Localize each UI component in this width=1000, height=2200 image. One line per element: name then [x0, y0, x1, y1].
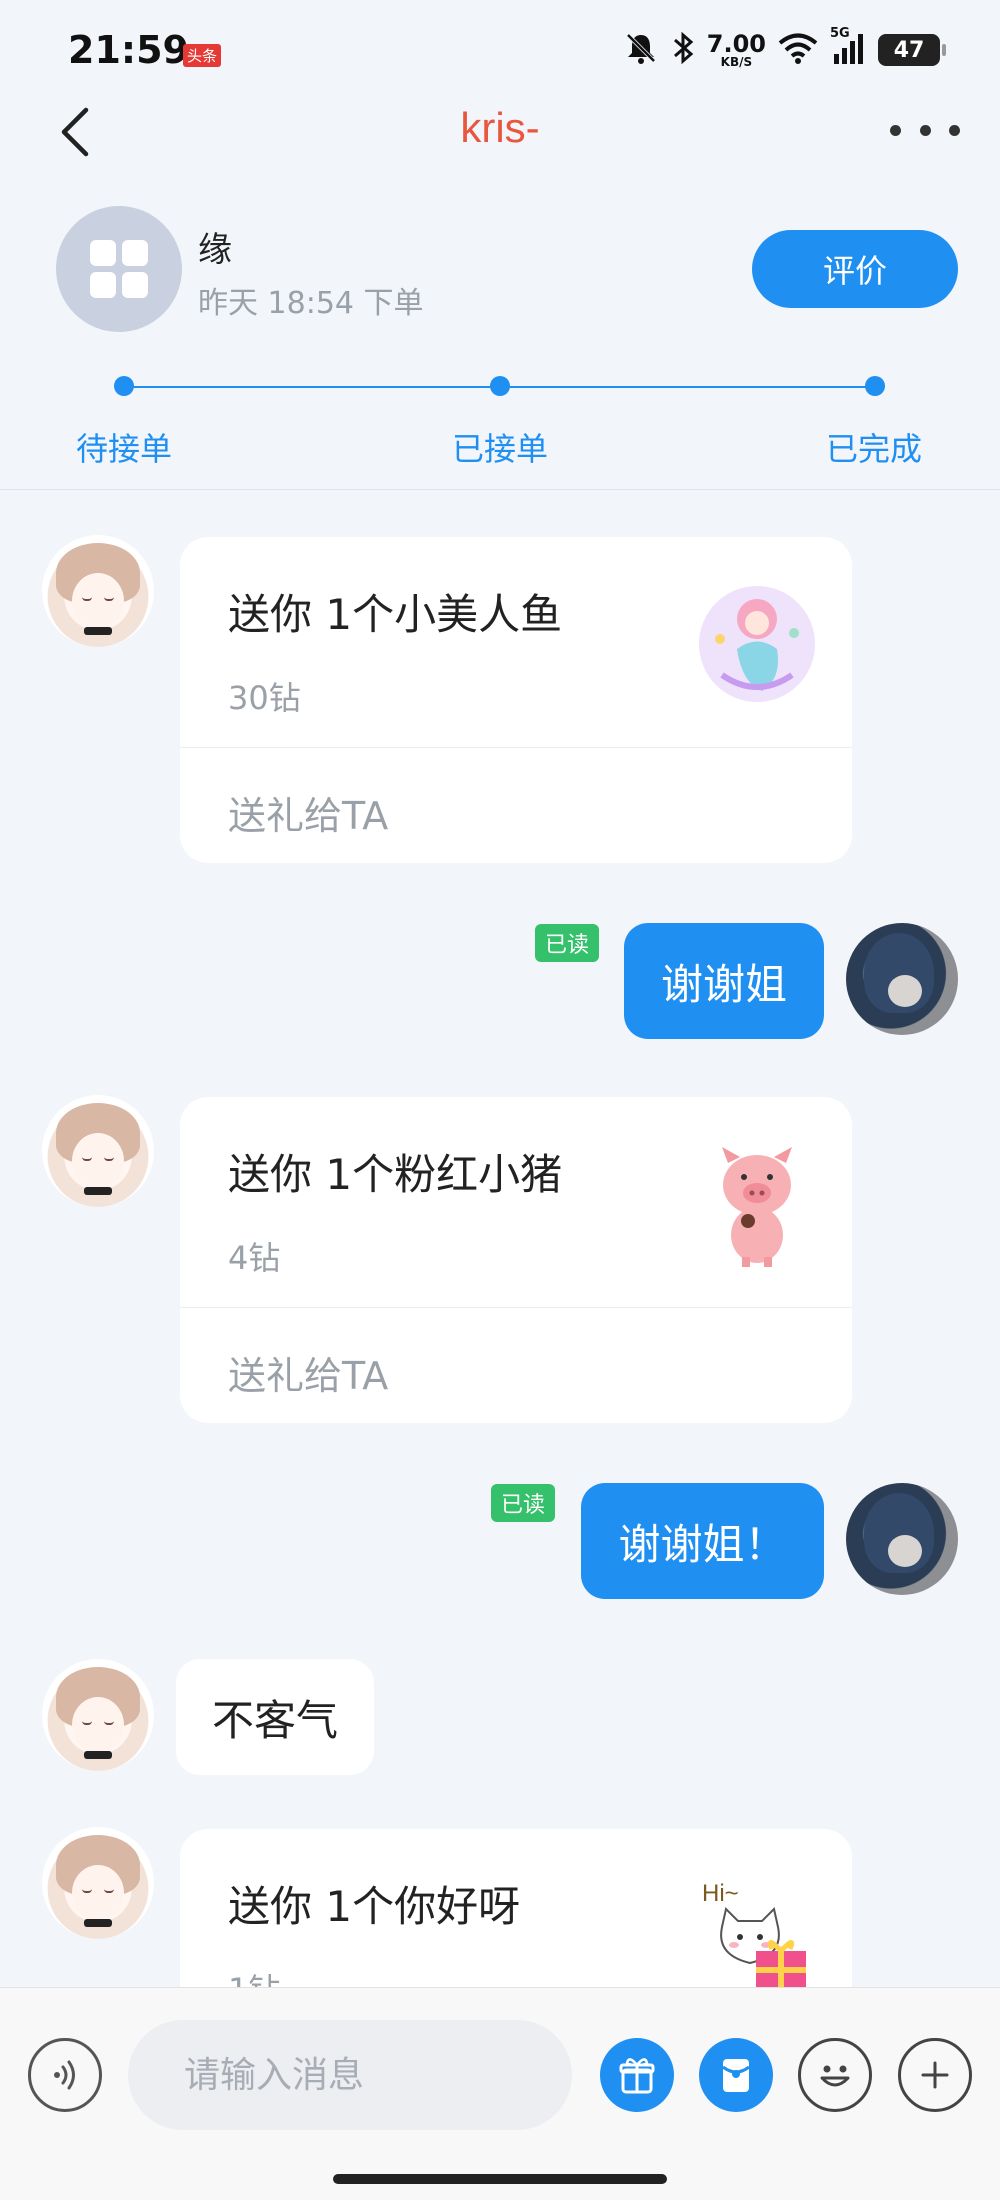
hi-cat-gift-text: Hi~ [702, 1880, 739, 1907]
card-divider [180, 747, 852, 748]
progress-dot-accepted [490, 376, 510, 396]
page-title: kris- [460, 104, 540, 151]
emoji-icon [820, 2065, 850, 2087]
more-button[interactable] [890, 110, 960, 150]
gift-title: 送你 1个你好呀 [228, 1882, 521, 1931]
voice-button[interactable] [28, 2038, 102, 2112]
gift-card[interactable]: 送你 1个你好呀 1钻 Hi~ [180, 1829, 852, 1987]
gift-button[interactable] [600, 2038, 674, 2112]
order-time: 昨天 18:54 下单 [198, 286, 424, 321]
status-icons: 7.00 KB/S 5G 47 [623, 26, 946, 70]
outgoing-message-bubble[interactable]: 谢谢姐！ [581, 1483, 824, 1599]
plus-icon [921, 2061, 949, 2089]
sender-avatar[interactable] [42, 1659, 154, 1771]
gift-card[interactable]: 送你 1个小美人鱼 30钻 送礼给TA [180, 537, 852, 863]
read-status-tag: 已读 [535, 924, 600, 962]
my-avatar[interactable] [846, 923, 958, 1035]
message-input[interactable] [128, 2020, 572, 2130]
sender-avatar[interactable] [42, 1827, 154, 1939]
service-avatar[interactable] [56, 206, 182, 332]
incoming-message-bubble[interactable]: 不客气 [176, 1659, 375, 1775]
message-list[interactable]: 送你 1个小美人鱼 30钻 送礼给TA 已读 谢谢姐 送你 1个粉红小猪 4钻 [0, 491, 1000, 1987]
hi-cat-gift-image: Hi~ [692, 1871, 822, 1987]
status-time: 21:59 [68, 28, 189, 72]
mute-bell-icon [623, 30, 659, 70]
network-speed: 7.00 KB/S [706, 30, 766, 69]
cell-signal-icon: 5G [830, 26, 868, 70]
gift-price: 30钻 [228, 679, 301, 717]
battery-indicator: 47 [878, 34, 946, 66]
read-status-tag: 已读 [491, 1484, 556, 1522]
gift-title: 送你 1个粉红小猪 [228, 1150, 563, 1199]
step-label-completed: 已完成 [826, 430, 923, 468]
emoji-button[interactable] [798, 2038, 872, 2112]
gift-icon [619, 2058, 655, 2094]
step-label-pending: 待接单 [76, 430, 173, 468]
app-badge: 头条 [183, 44, 222, 67]
bluetooth-icon [669, 30, 697, 70]
send-gift-link[interactable]: 送礼给TA [228, 785, 388, 840]
gift-price: 1钻 [228, 1965, 280, 1987]
gift-title: 送你 1个小美人鱼 [228, 590, 563, 639]
status-bar: 21:59 头条 7.00 KB/S 5G 47 [0, 0, 1000, 100]
more-dots-icon [890, 124, 901, 136]
outgoing-message-bubble[interactable]: 谢谢姐 [624, 923, 824, 1039]
pink-pig-gift-image [692, 1139, 822, 1269]
progress-dot-pending [114, 376, 134, 396]
gift-price: 4钻 [228, 1239, 281, 1277]
send-gift-link[interactable]: 送礼给TA [228, 1345, 388, 1400]
message-input-bar [0, 1987, 1000, 2200]
step-label-accepted: 已接单 [452, 430, 549, 468]
order-summary: 缘 昨天 18:54 下单 评价 待接单 已接单 已完成 [0, 190, 1000, 490]
sender-avatar[interactable] [42, 1095, 154, 1207]
more-actions-button[interactable] [898, 2038, 972, 2112]
mermaid-gift-image [692, 579, 822, 709]
order-name: 缘 [198, 230, 232, 270]
wifi-icon [776, 30, 820, 70]
my-avatar[interactable] [846, 1483, 958, 1595]
red-packet-icon [722, 2059, 750, 2092]
app-grid-icon [90, 240, 148, 298]
chat-header: kris- [0, 90, 1000, 180]
card-divider [180, 1307, 852, 1308]
voice-icon [54, 2060, 75, 2090]
rate-button[interactable]: 评价 [752, 230, 958, 308]
red-packet-button[interactable] [699, 2038, 773, 2112]
progress-dot-completed [865, 376, 885, 396]
gift-card[interactable]: 送你 1个粉红小猪 4钻 送礼给TA [180, 1097, 852, 1423]
sender-avatar[interactable] [42, 535, 154, 647]
home-indicator[interactable] [333, 2174, 667, 2184]
